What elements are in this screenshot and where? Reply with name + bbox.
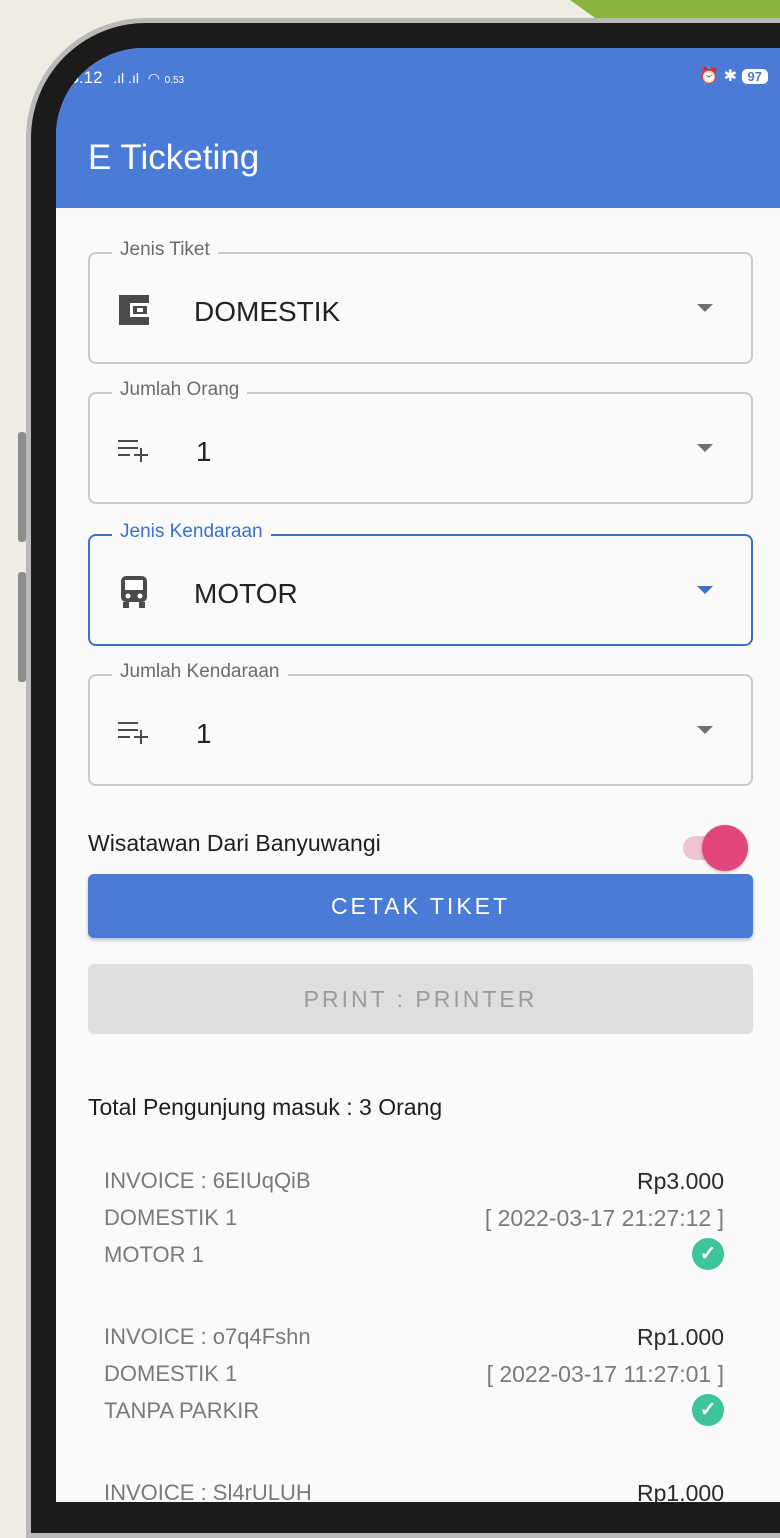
status-time: 05.12 bbox=[60, 68, 103, 87]
people-count-select[interactable]: Jumlah Orang 1 bbox=[88, 379, 753, 504]
invoice-id: INVOICE : 6EIUqQiB bbox=[104, 1168, 311, 1193]
invoice-ticket: DOMESTIK 1 bbox=[104, 1205, 238, 1230]
ticket-type-value: DOMESTIK bbox=[194, 296, 341, 327]
list-item[interactable]: INVOICE : Sl4rULUH Rp1.000 bbox=[104, 1480, 724, 1502]
vehicle-count-select[interactable]: Jumlah Kendaraan 1 bbox=[88, 661, 753, 786]
data-speed: 0.53 bbox=[164, 75, 185, 86]
signal-icon: .ıl .ıl bbox=[113, 70, 139, 86]
people-count-label: Jumlah Orang bbox=[112, 379, 248, 401]
local-tourist-toggle[interactable] bbox=[702, 825, 748, 871]
status-icons: ⏰ ✱ bbox=[699, 68, 738, 85]
local-tourist-label: Wisatawan Dari Banyuwangi bbox=[88, 830, 381, 856]
app-title: E Ticketing bbox=[88, 138, 260, 177]
volume-down-button bbox=[18, 572, 26, 682]
chevron-down-icon[interactable] bbox=[697, 444, 713, 452]
ticket-type-label: Jenis Tiket bbox=[112, 239, 218, 261]
invoice-amount: Rp1.000 bbox=[637, 1324, 724, 1350]
vehicle-count-label: Jumlah Kendaraan bbox=[112, 661, 288, 683]
chevron-down-icon[interactable] bbox=[697, 304, 713, 312]
ticket-type-select[interactable]: Jenis Tiket DOMESTIK bbox=[88, 239, 753, 364]
check-circle-icon: ✓ bbox=[692, 1394, 724, 1426]
status-left: 05.12 .ıl .ıl ◠ 0.53 bbox=[60, 68, 184, 88]
status-right: ⏰ ✱ 97 bbox=[699, 66, 768, 86]
total-visitors: Total Pengunjung masuk : 3 Orang bbox=[88, 1094, 443, 1120]
chevron-down-icon[interactable] bbox=[697, 586, 713, 594]
vehicle-type-label: Jenis Kendaraan bbox=[112, 521, 271, 543]
battery-icon: 97 bbox=[741, 69, 768, 84]
people-count-value: 1 bbox=[196, 436, 212, 467]
invoice-id: INVOICE : Sl4rULUH bbox=[104, 1480, 312, 1502]
invoice-vehicle: TANPA PARKIR bbox=[104, 1398, 260, 1423]
wallet-icon bbox=[119, 295, 150, 325]
status-bar: 05.12 .ıl .ıl ◠ 0.53 ⏰ ✱ 97 bbox=[56, 48, 780, 110]
invoice-amount: Rp3.000 bbox=[637, 1168, 724, 1194]
vehicle-type-value: MOTOR bbox=[194, 578, 298, 609]
chevron-down-icon[interactable] bbox=[697, 726, 713, 734]
invoice-id: INVOICE : o7q4Fshn bbox=[104, 1324, 311, 1349]
app-bar: E Ticketing bbox=[56, 110, 780, 208]
vehicle-count-value: 1 bbox=[196, 718, 212, 749]
invoice-amount: Rp1.000 bbox=[637, 1480, 724, 1502]
list-item[interactable]: INVOICE : 6EIUqQiB DOMESTIK 1 MOTOR 1 Rp… bbox=[104, 1168, 724, 1288]
playlist-add-icon bbox=[118, 440, 148, 462]
invoice-ticket: DOMESTIK 1 bbox=[104, 1361, 238, 1386]
bus-icon bbox=[121, 576, 147, 608]
invoice-vehicle: MOTOR 1 bbox=[104, 1242, 204, 1267]
print-printer-button[interactable]: PRINT : PRINTER bbox=[88, 964, 753, 1034]
vehicle-type-select[interactable]: Jenis Kendaraan MOTOR bbox=[88, 521, 753, 646]
wifi-icon: ◠ bbox=[147, 70, 160, 86]
phone-screen: 05.12 .ıl .ıl ◠ 0.53 ⏰ ✱ 97 E Ticketing … bbox=[56, 48, 780, 1502]
volume-up-button bbox=[18, 432, 26, 542]
invoice-date: [ 2022-03-17 11:27:01 ] bbox=[486, 1361, 724, 1387]
playlist-add-icon bbox=[118, 722, 148, 744]
invoice-date: [ 2022-03-17 21:27:12 ] bbox=[484, 1205, 724, 1231]
check-circle-icon: ✓ bbox=[692, 1238, 724, 1270]
list-item[interactable]: INVOICE : o7q4Fshn DOMESTIK 1 TANPA PARK… bbox=[104, 1324, 724, 1444]
print-ticket-button[interactable]: CETAK TIKET bbox=[88, 874, 753, 938]
